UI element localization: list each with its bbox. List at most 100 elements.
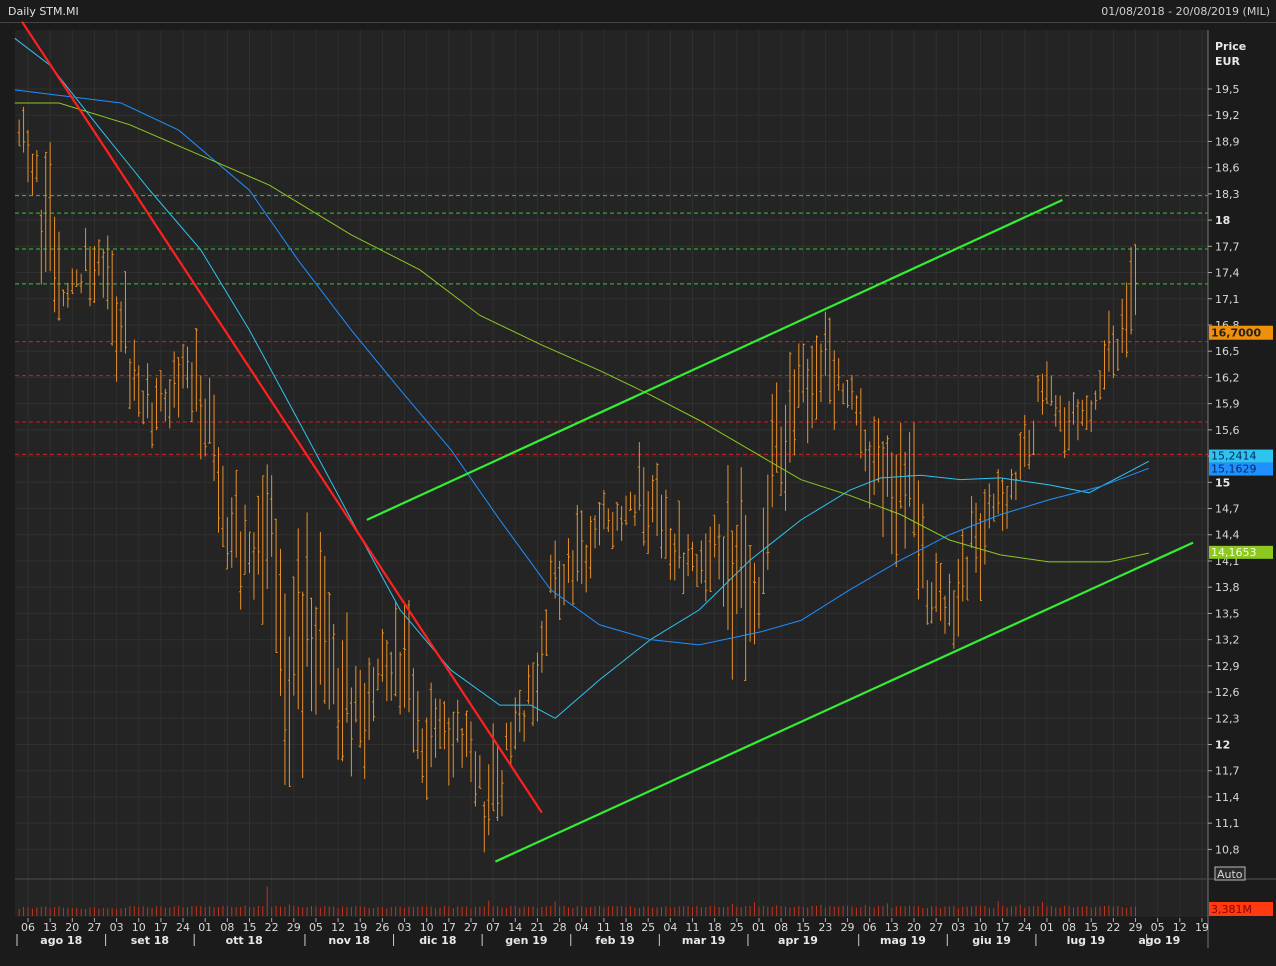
x-tick-label: 12: [1173, 921, 1187, 934]
month-label: giu 19: [972, 934, 1011, 947]
y-tick-label: 11,1: [1215, 817, 1240, 830]
x-tick-label: 29: [287, 921, 301, 934]
x-tick-label: 05: [1151, 921, 1165, 934]
month-label: ago 19: [1138, 934, 1180, 947]
y-tick-label: 16,5: [1215, 345, 1240, 358]
x-tick-label: 15: [1084, 921, 1098, 934]
y-tick-label: 17,7: [1215, 240, 1240, 253]
x-tick-label: 28: [553, 921, 567, 934]
y-tick-label: 13,5: [1215, 607, 1240, 620]
ma-value: 14,1653: [1211, 546, 1257, 559]
month-label: mag 19: [880, 934, 926, 947]
x-tick-label: 03: [398, 921, 412, 934]
x-tick-label: 06: [21, 921, 35, 934]
x-tick-label: 22: [265, 921, 279, 934]
y-tick-label: 12,3: [1215, 712, 1240, 725]
x-tick-label: 26: [375, 921, 389, 934]
y-tick-label: 13,2: [1215, 634, 1240, 647]
x-tick-label: 15: [243, 921, 257, 934]
x-tick-label: 04: [663, 921, 677, 934]
x-tick-label: 29: [1129, 921, 1143, 934]
y-tick-label: 13,8: [1215, 581, 1240, 594]
y-tick-label: 11,4: [1215, 791, 1240, 804]
month-label: apr 19: [778, 934, 818, 947]
x-tick-label: 07: [486, 921, 500, 934]
x-tick-label: 04: [575, 921, 589, 934]
x-tick-label: 03: [951, 921, 965, 934]
x-tick-label: 10: [132, 921, 146, 934]
y-tick-label: 17,4: [1215, 267, 1240, 280]
x-tick-label: 12: [331, 921, 345, 934]
y-tick-label: 18,9: [1215, 135, 1240, 148]
price-axis-title: Price: [1215, 40, 1246, 53]
month-label: dic 18: [419, 934, 456, 947]
y-tick-label: 12,6: [1215, 686, 1240, 699]
x-tick-label: 24: [176, 921, 190, 934]
x-tick-label: 24: [1018, 921, 1032, 934]
x-tick-label: 18: [619, 921, 633, 934]
y-tick-label: 15: [1215, 476, 1230, 489]
y-tick-label: 15,6: [1215, 424, 1240, 437]
x-tick-label: 05: [309, 921, 323, 934]
month-label: ago 18: [40, 934, 82, 947]
x-tick-label: 29: [841, 921, 855, 934]
month-label: lug 19: [1067, 934, 1106, 947]
y-tick-label: 18,3: [1215, 188, 1240, 201]
x-tick-label: 23: [818, 921, 832, 934]
x-tick-label: 01: [198, 921, 212, 934]
month-label: gen 19: [505, 934, 547, 947]
month-label: ott 18: [226, 934, 263, 947]
x-tick-label: 20: [65, 921, 79, 934]
volume-last-value: 3,381M: [1211, 903, 1252, 916]
x-tick-label: 22: [1106, 921, 1120, 934]
x-tick-label: 08: [220, 921, 234, 934]
x-tick-label: 11: [686, 921, 700, 934]
month-label: set 18: [131, 934, 169, 947]
month-label: feb 19: [595, 934, 634, 947]
x-tick-label: 03: [110, 921, 124, 934]
x-tick-label: 14: [508, 921, 522, 934]
x-tick-label: 18: [708, 921, 722, 934]
y-tick-label: 12,9: [1215, 660, 1240, 673]
y-tick-label: 16,2: [1215, 371, 1240, 384]
x-tick-label: 01: [1040, 921, 1054, 934]
ma-value: 15,2414: [1211, 450, 1257, 463]
auto-scale-label[interactable]: Auto: [1217, 868, 1243, 881]
ma-value: 15,1629: [1211, 463, 1257, 476]
y-tick-label: 18: [1215, 214, 1230, 227]
x-tick-label: 08: [1062, 921, 1076, 934]
y-tick-label: 19,5: [1215, 83, 1240, 96]
x-tick-label: 15: [796, 921, 810, 934]
y-tick-label: 17,1: [1215, 293, 1240, 306]
x-tick-label: 25: [730, 921, 744, 934]
month-label: nov 18: [328, 934, 370, 947]
x-tick-label: 19: [353, 921, 367, 934]
x-tick-label: 10: [420, 921, 434, 934]
y-tick-label: 10,8: [1215, 843, 1240, 856]
currency-label: EUR: [1215, 55, 1240, 68]
x-tick-label: 25: [641, 921, 655, 934]
x-tick-label: 10: [973, 921, 987, 934]
x-tick-label: 27: [464, 921, 478, 934]
x-tick-label: 08: [774, 921, 788, 934]
y-tick-label: 15,9: [1215, 398, 1240, 411]
x-tick-label: 13: [885, 921, 899, 934]
y-tick-label: 11,7: [1215, 765, 1240, 778]
x-tick-label: 17: [154, 921, 168, 934]
x-tick-label: 13: [43, 921, 57, 934]
x-tick-label: 27: [87, 921, 101, 934]
y-tick-label: 14,7: [1215, 503, 1240, 516]
last-price-value: 16,7000: [1211, 327, 1261, 340]
x-tick-label: 21: [530, 921, 544, 934]
x-tick-label: 11: [597, 921, 611, 934]
y-tick-label: 14,4: [1215, 529, 1240, 542]
x-tick-label: 01: [752, 921, 766, 934]
month-label: mar 19: [682, 934, 725, 947]
x-tick-label: 20: [907, 921, 921, 934]
y-tick-label: 18,6: [1215, 162, 1240, 175]
x-tick-label: 17: [442, 921, 456, 934]
x-tick-label: 19: [1195, 921, 1209, 934]
price-chart[interactable]: Price EUR 19,5 19,2 18,9 18,6 18,3 18 17,7 17,4…: [0, 0, 1276, 966]
y-tick-label: 19,2: [1215, 109, 1240, 122]
x-tick-label: 27: [929, 921, 943, 934]
